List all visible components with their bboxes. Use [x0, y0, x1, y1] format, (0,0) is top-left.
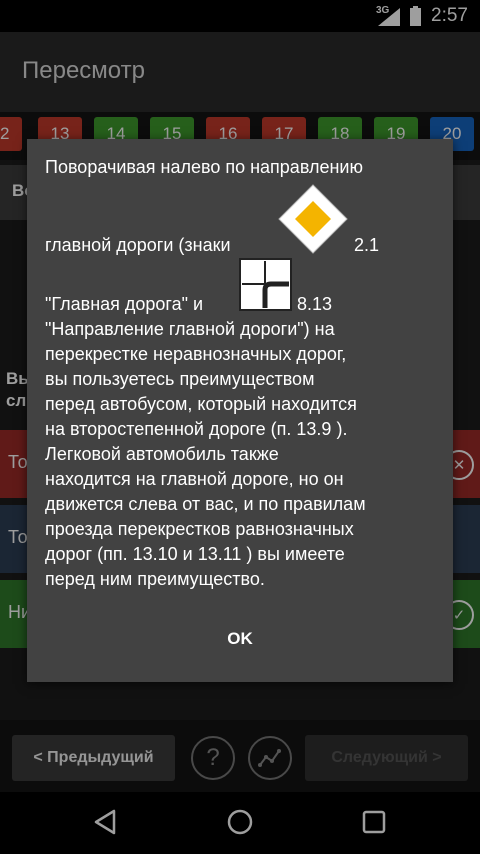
ok-button[interactable]: OK: [27, 629, 453, 649]
main-road-direction-sign-icon: [239, 258, 292, 311]
explanation-line: движется слева от вас, и по правилам: [45, 494, 366, 514]
explanation-line: главной дороги (знаки: [45, 235, 231, 255]
explanation-line: Поворачивая налево по направлению: [45, 157, 363, 177]
explanation-line: находится на главной дороге, но он: [45, 469, 344, 489]
sign-code: 8.13: [297, 294, 333, 314]
explanation-line: перед ним преимущество.: [45, 569, 265, 589]
explanation-line: перед автобусом, который находится: [45, 394, 357, 414]
explanation-line: "Главная дорога" и: [45, 294, 204, 314]
sign-code: 2.1: [354, 235, 380, 255]
explanation-line: на второстепенной дороге (п. 13.9 ).: [45, 419, 348, 439]
main-road-sign-icon: [278, 184, 348, 254]
explanation-dialog: Поворачивая налево по направлению главно…: [27, 139, 453, 682]
explanation-line: вы пользуетесь преимуществом: [45, 369, 315, 389]
explanation-line: перекрестке неравнозначных дорог,: [45, 344, 347, 364]
explanation-line: "Направление главной дороги") на: [45, 319, 335, 339]
explanation-line: проезда перекрестков равнозначных: [45, 519, 354, 539]
explanation-line: дорог (пп. 13.10 и 13.11 ) вы имеете: [45, 544, 345, 564]
explanation-line: Легковой автомобиль также: [45, 444, 279, 464]
